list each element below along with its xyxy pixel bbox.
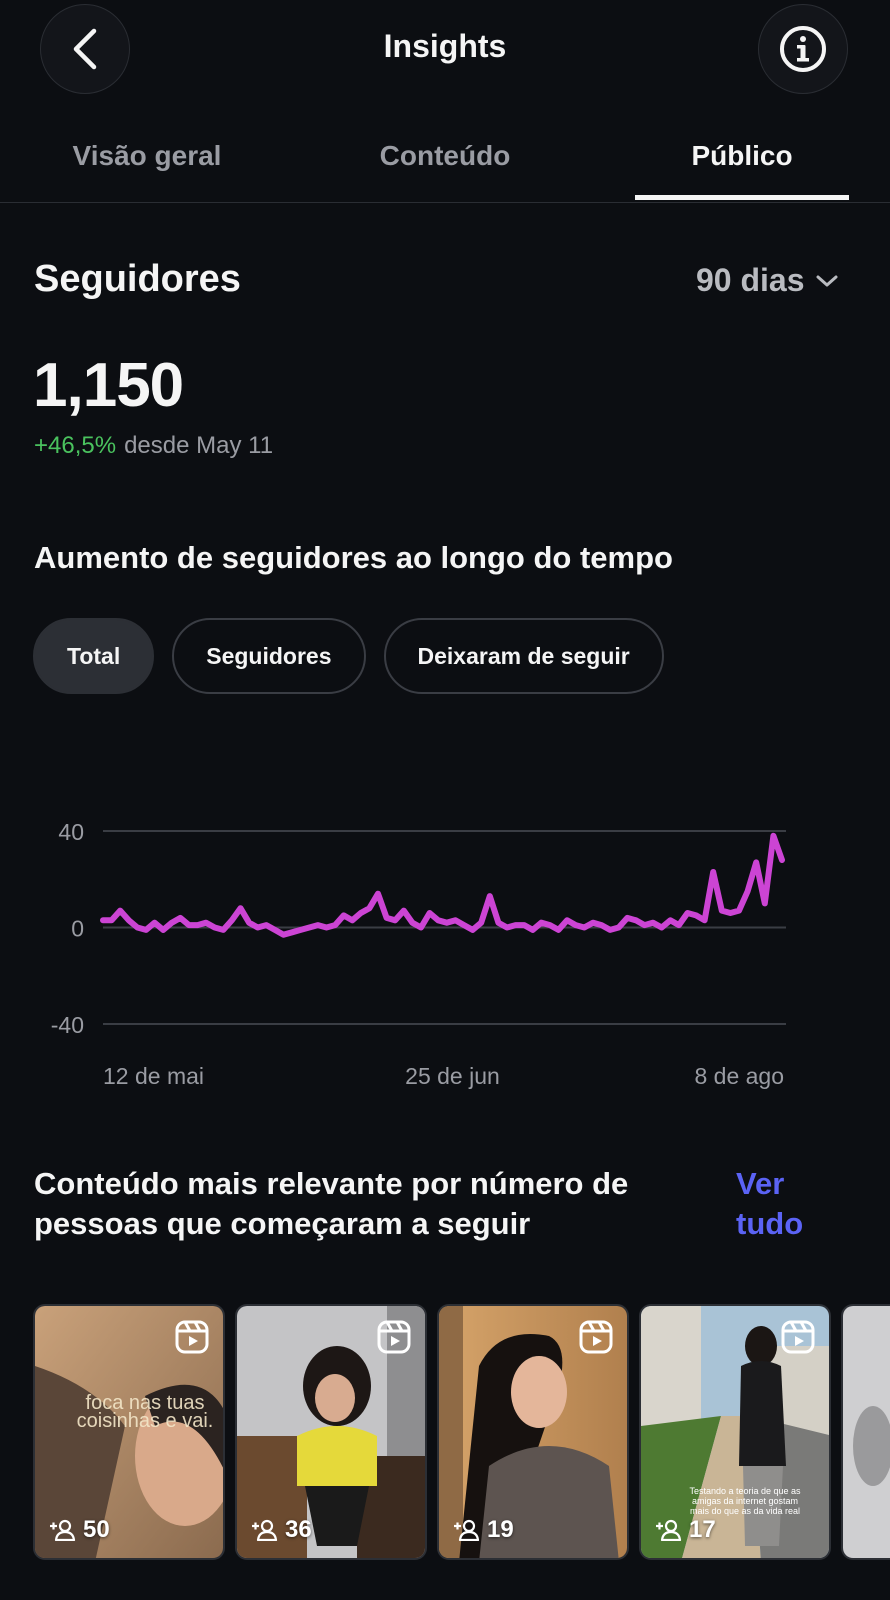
relevant-content-title: Conteúdo mais relevante por número de pe… [34,1166,629,1241]
followers-growth-chart: 40 0 -40 12 de mai 25 de jun 8 de ago [51,820,786,1089]
follow-count-value: 19 [487,1516,514,1543]
reels-icon [175,1320,209,1354]
follow-count: 17 [655,1516,716,1544]
reels-icon [781,1320,815,1354]
series-line [100,832,785,938]
content-thumbnail[interactable] [841,1304,890,1560]
tab-overview[interactable]: Visão geral [22,140,272,172]
follow-count-value: 36 [285,1516,312,1543]
follow-count: 19 [453,1516,514,1544]
tab-bar: Visão geral Conteúdo Público [0,122,890,203]
add-person-icon [50,1519,76,1541]
x-tick-label: 12 de mai [103,1063,204,1089]
add-person-icon [656,1519,682,1541]
add-person-icon [454,1519,480,1541]
follow-count: 50 [49,1516,110,1544]
info-button[interactable] [758,4,848,94]
x-tick-label: 8 de ago [694,1063,784,1089]
follow-count: 36 [251,1516,312,1544]
thumbnail-image [843,1306,890,1558]
active-tab-indicator [635,195,849,200]
growth-title: Aumento de seguidores ao longo do tempo [34,540,673,575]
follow-count-value: 50 [83,1516,110,1543]
y-tick-label: -40 [51,1012,84,1038]
y-tick-label: 40 [58,820,84,845]
chip-total[interactable]: Total [33,618,155,694]
change-percentage: +46,5% [34,432,117,459]
y-tick-label: 0 [71,916,84,942]
chip-unfollowed[interactable]: Deixaram de seguir [383,618,664,694]
followers-title: Seguidores [34,258,241,300]
filter-chips: Total Seguidores Deixaram de seguir [33,618,664,694]
add-person-icon [252,1519,278,1541]
content-thumbnail[interactable]: foca nas tuas coisinhas e vai. 50 [33,1304,225,1560]
info-icon [780,26,826,72]
chevron-down-icon [816,275,838,286]
followers-change: +46,5% desde May 11 [34,432,273,460]
content-carousel: foca nas tuas coisinhas e vai. 50 36 19 … [33,1304,890,1562]
change-since: desde May 11 [124,432,274,459]
thumbnail-overlay-text: Testando a teoria de que as amigas da in… [689,1486,801,1516]
followers-count: 1,150 [33,351,184,420]
top-bar: Insights [0,0,890,100]
x-tick-label: 25 de jun [405,1063,500,1089]
see-all-link[interactable]: Ver tudo [736,1164,846,1244]
reels-icon [377,1320,411,1354]
period-selector[interactable]: 90 dias [696,262,839,299]
tab-audience[interactable]: Público [617,140,867,172]
content-thumbnail[interactable]: 19 [437,1304,629,1560]
page-title: Insights [383,28,507,64]
follow-count-value: 17 [689,1516,716,1543]
content-thumbnail[interactable]: Testando a teoria de que as amigas da in… [639,1304,831,1560]
content-thumbnail[interactable]: 36 [235,1304,427,1560]
thumbnail-overlay-text: foca nas tuas coisinhas e vai. [76,1392,214,1432]
chip-followers[interactable]: Seguidores [172,618,366,694]
reels-icon [579,1320,613,1354]
period-label: 90 dias [696,262,805,298]
tab-content[interactable]: Conteúdo [320,140,570,172]
